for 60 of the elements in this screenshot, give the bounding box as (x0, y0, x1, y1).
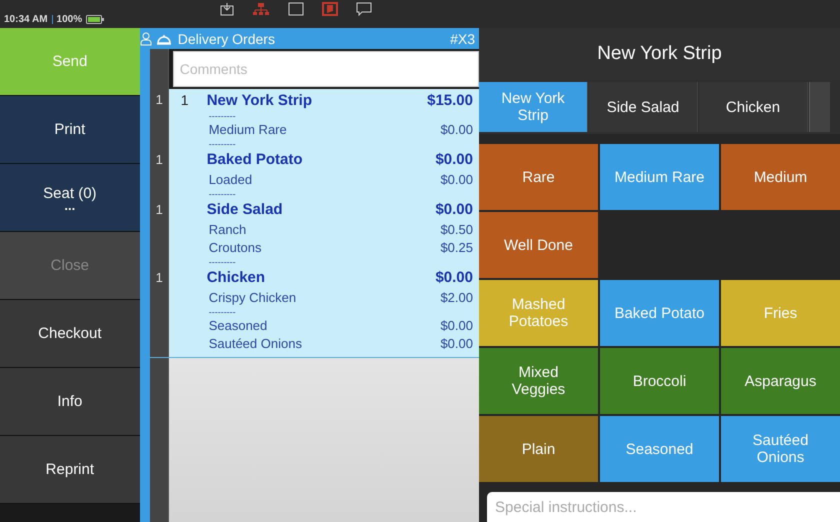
network-icon[interactable] (252, 2, 270, 16)
modifier-price: $0.50 (440, 221, 473, 239)
seat-number: 1 (156, 202, 163, 217)
item-price: $0.00 (435, 150, 473, 170)
action-button[interactable]: Checkout (0, 300, 140, 368)
item-price: $0.00 (435, 200, 473, 220)
modifier-button[interactable]: Asparagus (721, 348, 840, 414)
item-name[interactable]: New York Strip (206, 90, 312, 112)
seat-number: 1 (156, 152, 163, 167)
order-number: #X3 (450, 30, 475, 46)
modifier-price: $0.00 (440, 121, 473, 139)
item-price: $15.00 (427, 91, 473, 111)
panel-title: New York Strip (479, 28, 840, 80)
person-icon[interactable] (140, 32, 152, 46)
item-quantity: 1 (180, 92, 188, 108)
separator-dashes: --------- (208, 189, 236, 199)
battery-icon (86, 15, 104, 24)
item-tab[interactable]: Chicken (699, 82, 808, 132)
modifier-button[interactable]: Medium (721, 144, 840, 210)
separator-dashes: --------- (208, 111, 236, 121)
tray-icon[interactable] (220, 2, 234, 16)
separator-dashes: --------- (208, 139, 236, 149)
modifier-button[interactable]: Plain (479, 416, 598, 482)
modifier-price: $0.25 (440, 239, 473, 257)
modifier-button[interactable]: Broccoli (600, 348, 719, 414)
modifier-name[interactable]: Sautéed Onions (168, 335, 302, 353)
item-tab[interactable]: Side Salad (589, 82, 698, 132)
seat-number: 1 (156, 92, 163, 107)
modifier-button[interactable]: Rare (479, 144, 598, 210)
modifier-name[interactable]: Croutons (168, 239, 262, 257)
modifier-name[interactable]: Loaded (168, 171, 252, 189)
modifier-button[interactable]: Well Done (479, 212, 598, 278)
modifier-price: $0.00 (440, 171, 473, 189)
separator-dashes: --------- (208, 307, 236, 317)
action-button[interactable]: Info (0, 368, 140, 436)
modifier-name[interactable]: Medium Rare (168, 121, 287, 139)
action-button[interactable]: Reprint (0, 436, 140, 504)
modifier-button[interactable]: Mixed Veggies (479, 348, 598, 414)
chat-icon[interactable] (356, 2, 372, 16)
tab-stub[interactable] (809, 82, 830, 132)
item-name[interactable]: Side Salad (206, 199, 283, 221)
order-title: Delivery Orders (178, 30, 275, 46)
action-button[interactable]: Print (0, 96, 140, 164)
modifier-price: $2.00 (440, 289, 473, 307)
square-icon[interactable] (288, 2, 304, 16)
item-name[interactable]: Chicken (206, 267, 266, 289)
seat-number: 1 (156, 270, 163, 285)
item-price: $0.00 (435, 268, 473, 288)
action-button[interactable]: Seat (0) ... (0, 164, 140, 232)
instructions-field[interactable]: Special instructions... (487, 492, 840, 522)
modifier-price: $0.00 (440, 335, 473, 353)
modifier-name[interactable]: Seasoned (168, 317, 268, 335)
clock: 10:34 AM (4, 14, 48, 25)
separator-dashes: --------- (208, 257, 236, 267)
item-name[interactable]: Baked Potato (206, 149, 303, 171)
comments-field[interactable]: Comments (172, 51, 479, 87)
battery-level: 100% (56, 14, 82, 25)
modifier-name[interactable]: Crispy Chicken (168, 289, 296, 307)
modifier-price: $0.00 (440, 317, 473, 335)
modifier-name[interactable]: Ranch (168, 221, 246, 239)
